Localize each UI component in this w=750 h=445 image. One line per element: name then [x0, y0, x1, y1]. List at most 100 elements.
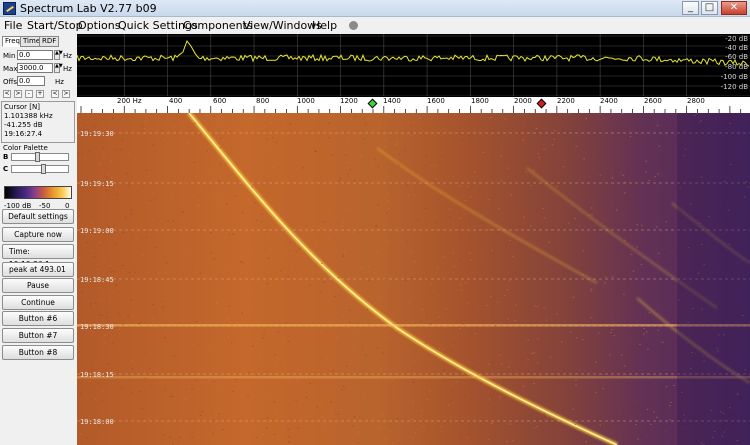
noise-speckle	[585, 363, 587, 365]
noise-speckle	[567, 181, 569, 183]
noise-speckle	[586, 159, 589, 161]
spectrum-svg	[77, 34, 750, 96]
continue-button[interactable]: Continue	[2, 295, 74, 310]
time-display[interactable]: Time: 19:19:36.1	[2, 244, 74, 269]
noise-speckle	[125, 173, 128, 175]
noise-speckle	[506, 441, 508, 442]
noise-speckle	[490, 117, 492, 119]
menu-view-windows[interactable]: View/Windows	[243, 19, 322, 32]
menu-options[interactable]: Options	[78, 19, 120, 32]
noise-speckle	[309, 294, 312, 296]
noise-speckle	[217, 195, 220, 197]
noise-speckle	[556, 186, 558, 188]
minimize-button[interactable]: _	[682, 1, 699, 15]
noise-speckle	[130, 209, 133, 211]
maximize-button[interactable]: □	[701, 1, 718, 15]
time-label-193930: 19:19:30	[80, 130, 114, 138]
noise-speckle	[640, 263, 643, 265]
button-6[interactable]: Button #6	[2, 311, 74, 326]
noise-speckle	[345, 365, 348, 367]
noise-speckle	[231, 324, 234, 326]
min-freq-spinner[interactable]: ▲▼	[54, 50, 63, 60]
noise-speckle	[674, 336, 677, 338]
status-dot-icon[interactable]	[349, 21, 358, 30]
noise-speckle	[352, 345, 354, 347]
peak-display[interactable]: peak at 493.01 Hz	[2, 262, 74, 287]
noise-speckle	[460, 284, 462, 286]
noise-speckle	[547, 142, 549, 144]
noise-speckle	[396, 418, 399, 420]
button-7[interactable]: Button #7	[2, 328, 74, 343]
max-freq-input[interactable]: 3000.0	[17, 63, 53, 73]
noise-speckle	[459, 233, 462, 235]
noise-speckle	[164, 389, 166, 391]
tab-rdf[interactable]: RDF	[39, 36, 60, 47]
contrast-thumb[interactable]	[40, 164, 46, 174]
noise-speckle	[411, 277, 413, 279]
contrast-slider[interactable]	[11, 164, 69, 174]
noise-speckle	[351, 425, 354, 427]
min-freq-input[interactable]: 0.0	[17, 50, 53, 60]
noise-speckle	[348, 387, 351, 389]
noise-speckle	[371, 164, 373, 166]
noise-speckle	[633, 231, 636, 233]
noise-speckle	[162, 138, 165, 140]
noise-speckle	[191, 195, 193, 197]
noise-speckle	[232, 344, 234, 346]
pan-right-button[interactable]: >	[62, 90, 70, 98]
scroll-right-button[interactable]: >	[14, 90, 22, 98]
control-panel: Freq Time RDF Min 0.0 ▲▼ Hz Max 3000.0 ▲…	[0, 34, 77, 445]
noise-speckle	[645, 160, 648, 162]
pause-button[interactable]: Pause	[2, 278, 74, 293]
close-button[interactable]: ✕	[721, 1, 747, 15]
noise-speckle	[622, 174, 625, 176]
button-8[interactable]: Button #8	[2, 345, 74, 360]
max-freq-spinner[interactable]: ▲▼	[54, 63, 63, 73]
zoom-in-button[interactable]: +	[36, 90, 44, 98]
noise-speckle	[404, 149, 407, 151]
noise-speckle	[384, 146, 387, 147]
noise-speckle	[574, 423, 577, 425]
frequency-axis[interactable]: 200 Hz 400 600 800 1000 1200 1400 1600 1…	[77, 96, 750, 114]
noise-speckle	[572, 296, 575, 298]
noise-speckle	[536, 306, 539, 308]
noise-speckle	[341, 389, 343, 391]
noise-speckle	[362, 394, 364, 396]
noise-speckle	[542, 161, 544, 163]
noise-speckle	[471, 367, 474, 369]
menu-start-stop[interactable]: Start/Stop	[27, 19, 83, 32]
noise-speckle	[538, 157, 540, 159]
noise-speckle	[504, 295, 506, 297]
menu-help[interactable]: Help	[312, 19, 337, 32]
noise-speckle	[224, 319, 227, 321]
noise-speckle	[492, 155, 494, 157]
noise-speckle	[488, 114, 491, 116]
noise-speckle	[301, 323, 303, 325]
capture-now-button[interactable]: Capture now	[2, 227, 74, 242]
zoom-out-button[interactable]: -	[25, 90, 33, 98]
waterfall-display[interactable]: 19:19:30 19:19:15 19:19:00 19:18:45 19:1…	[77, 113, 750, 445]
noise-speckle	[210, 172, 212, 174]
scroll-left-button[interactable]: <	[3, 90, 11, 98]
offset-input[interactable]: 0.0	[17, 76, 45, 86]
noise-speckle	[575, 337, 578, 339]
brightness-thumb[interactable]	[35, 152, 41, 162]
default-settings-button[interactable]: Default settings	[2, 209, 74, 224]
noise-speckle	[417, 218, 419, 220]
spectrum-graph[interactable]: -20 dB -40 dB -60 dB -80 dB -100 dB -120…	[77, 34, 750, 96]
noise-speckle	[531, 249, 533, 251]
noise-speckle	[256, 220, 258, 222]
noise-speckle	[338, 180, 340, 182]
noise-speckle	[213, 199, 215, 200]
pan-left-button[interactable]: <	[51, 90, 59, 98]
noise-speckle	[398, 164, 400, 166]
noise-speckle	[434, 221, 437, 223]
time-label-191815: 19:18:15	[80, 371, 114, 379]
brightness-slider[interactable]	[11, 152, 69, 162]
noise-speckle	[381, 421, 384, 423]
noise-speckle	[592, 153, 594, 154]
noise-speckle	[259, 181, 262, 183]
noise-speckle	[453, 113, 456, 115]
palette-gradient[interactable]	[4, 186, 72, 199]
menu-file[interactable]: File	[4, 19, 22, 32]
